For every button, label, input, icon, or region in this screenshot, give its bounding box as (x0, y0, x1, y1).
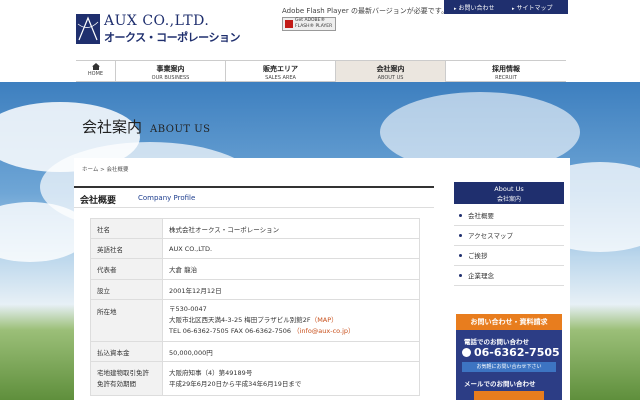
nav-label-en: OUR BUSINESS (151, 75, 190, 81)
flash-notice: Adobe Flash Player の最新バージョンが必要です。 (282, 7, 449, 15)
nav-home[interactable]: HOME (76, 61, 116, 82)
license-number: 大阪府知事（4）第49189号 (169, 368, 253, 377)
nav-label-en: SALES AREA (265, 75, 296, 81)
page-title-jp: 会社案内 (82, 118, 143, 136)
row-value: 大倉 龍治 (162, 258, 420, 280)
mail-inquiry-button[interactable] (474, 391, 544, 400)
table-row: 代表者 大倉 龍治 (90, 258, 420, 280)
license-label: 宅地建物取引免許 (97, 368, 149, 377)
row-value: 株式会社オークス・コーポレーション (162, 218, 420, 239)
sidebar-heading-jp: 会社案内 (496, 196, 521, 203)
phone-icon (462, 348, 471, 357)
row-label: 所在地 (90, 299, 163, 342)
sidebar-item-company-profile[interactable]: 会社概要 (454, 206, 564, 226)
row-label: 宅地建物取引免許 免許有効期間 (90, 361, 163, 396)
tel-fax-text: TEL 06-6362-7505 FAX 06-6362-7506 (169, 327, 292, 335)
row-label: 英語社名 (90, 238, 163, 259)
logo-mark-icon (76, 14, 100, 44)
mail-inquiry-label: メールでのお問い合わせ (464, 380, 536, 388)
tel-inquiry-label: 電話でのお問い合わせ (464, 338, 529, 346)
nav-label-jp: 事業案内 (156, 65, 185, 73)
table-row: 英語社名 AUX CO.,LTD. (90, 238, 420, 259)
nav-our-business[interactable]: 事業案内 OUR BUSINESS (116, 61, 226, 82)
nav-label-jp: 採用情報 (492, 65, 520, 73)
nav-label-en: ABOUT US (377, 75, 404, 81)
section-title-jp: 会社概要 (80, 196, 117, 206)
logo-text-en: AUX CO.,LTD. (104, 13, 210, 29)
company-profile-table: 社名 株式会社オークス・コーポレーション 英語社名 AUX CO.,LTD. 代… (90, 218, 420, 396)
logo-text-jp: オークス・コーポレーション (104, 31, 240, 44)
nav-label-jp: 会社案内 (376, 65, 405, 73)
home-icon (91, 63, 100, 70)
address-text: 大阪市北区西天満4-3-25 梅田プラザビル別館2F (169, 316, 311, 324)
license-period: 平成29年6月20日から平成34年6月19日まで (169, 379, 302, 388)
address-line: 大阪市北区西天満4-3-25 梅田プラザビル別館2F（MAP） (169, 315, 413, 326)
row-label: 代表者 (90, 258, 163, 280)
tel-number-text: 06-6362-7505 (474, 346, 560, 359)
row-value: 〒530-0047 大阪市北区西天満4-3-25 梅田プラザビル別館2F（MAP… (162, 299, 420, 342)
postal-code: 〒530-0047 (169, 305, 207, 313)
row-value: 大阪府知事（4）第49189号 平成29年6月20日から平成34年6月19日まで (162, 361, 420, 396)
nav-label-jp: 販売エリア (263, 65, 298, 73)
table-row: 設立 2001年12月12日 (90, 279, 420, 300)
tel-number[interactable]: 06-6362-7505 (462, 346, 560, 359)
row-label: 社名 (90, 218, 163, 239)
top-link-contact[interactable]: お問い合わせ (454, 3, 495, 12)
section-title-en: Company Profile (138, 194, 196, 202)
get-flash-player-button[interactable]: Get ADOBE® FLASH® PLAYER (282, 17, 336, 31)
nav-sales-area[interactable]: 販売エリア SALES AREA (226, 61, 336, 82)
content-panel: ホーム > 会社概要 会社概要 Company Profile 社名 株式会社オ… (74, 158, 570, 400)
table-row: 所在地 〒530-0047 大阪市北区西天満4-3-25 梅田プラザビル別館2F… (90, 299, 420, 342)
contact-box: お問い合わせ・資料請求 電話でのお問い合わせ 06-6362-7505 お気軽に… (456, 314, 562, 400)
sidebar-item-philosophy[interactable]: 企業理念 (454, 266, 564, 286)
row-label: 払込資本金 (90, 341, 163, 362)
table-row: 社名 株式会社オークス・コーポレーション (90, 218, 420, 239)
global-nav: HOME 事業案内 OUR BUSINESS 販売エリア SALES AREA … (76, 60, 566, 82)
breadcrumb[interactable]: ホーム > 会社概要 (82, 165, 128, 173)
contact-subtext: お気軽にお問い合わせ下さい (462, 362, 556, 372)
flash-badge-label: Get ADOBE® FLASH® PLAYER (295, 18, 333, 29)
page-title-en: ABOUT US (150, 124, 211, 135)
tel-fax-line: TEL 06-6362-7505 FAX 06-6362-7506 （info@… (169, 326, 413, 337)
flash-icon (285, 20, 293, 28)
license-period-label: 免許有効期間 (97, 379, 136, 388)
page-title: 会社案内 ABOUT US (82, 116, 211, 137)
row-value: 50,000,000円 (162, 341, 420, 362)
sidebar-heading-en: About Us (494, 185, 524, 193)
row-label: 設立 (90, 279, 163, 300)
section-heading: 会社概要 Company Profile (74, 186, 434, 208)
sidebar-heading[interactable]: About Us 会社案内 (454, 182, 564, 204)
table-row: 宅地建物取引免許 免許有効期間 大阪府知事（4）第49189号 平成29年6月2… (90, 361, 420, 396)
sidebar-menu: 会社概要 アクセスマップ ご挨拶 企業理念 (454, 206, 564, 286)
nav-recruit[interactable]: 採用情報 RECRUIT (446, 61, 566, 82)
row-value: 2001年12月12日 (162, 279, 420, 300)
company-logo[interactable]: AUX CO.,LTD. オークス・コーポレーション (76, 13, 240, 44)
top-link-sitemap[interactable]: サイトマップ (512, 3, 553, 12)
email-link[interactable]: （info@aux-co.jp） (293, 327, 354, 335)
sidebar-item-greeting[interactable]: ご挨拶 (454, 246, 564, 266)
map-link[interactable]: （MAP） (311, 316, 338, 324)
table-row: 払込資本金 50,000,000円 (90, 341, 420, 362)
contact-heading[interactable]: お問い合わせ・資料請求 (456, 314, 562, 330)
nav-home-label: HOME (87, 71, 104, 77)
site-header: AUX CO.,LTD. オークス・コーポレーション Adobe Flash P… (0, 0, 640, 58)
sidebar-item-access-map[interactable]: アクセスマップ (454, 226, 564, 246)
nav-label-en: RECRUIT (495, 75, 517, 81)
top-links: お問い合わせ サイトマップ (444, 0, 568, 14)
row-value: AUX CO.,LTD. (162, 238, 420, 259)
nav-about-us[interactable]: 会社案内 ABOUT US (336, 61, 446, 82)
